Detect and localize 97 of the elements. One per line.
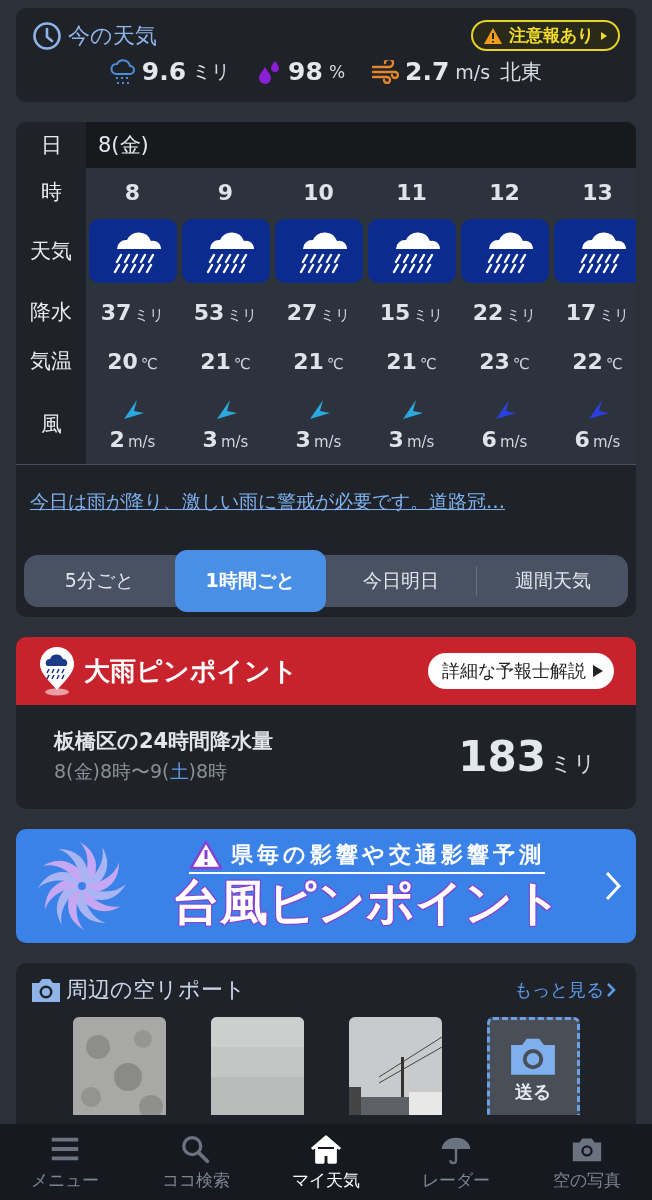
temperature-value: 21 (293, 348, 324, 374)
view-tab[interactable]: 5分ごと (24, 555, 175, 607)
see-more-link[interactable]: もっと見る (508, 977, 622, 1003)
unit-label: ℃ (512, 354, 530, 373)
rain-pin-icon (38, 646, 76, 696)
forecaster-commentary-button[interactable]: 詳細な予報士解説 (428, 653, 614, 689)
heavy-rain-icon (88, 219, 177, 283)
precipitation-value: 15 (379, 299, 411, 325)
humidity-value: 98 (288, 57, 323, 86)
wind-speed-value: 6 (574, 426, 590, 452)
view-tab[interactable]: 1時間ごと (174, 550, 326, 612)
unit-label: m/s (455, 60, 491, 83)
unit-label: m/s (499, 432, 528, 451)
unit-label: ミリ (413, 305, 444, 325)
unit-label: ℃ (140, 354, 158, 373)
banner-subtitle: 県毎の影響や交通影響予測 (231, 841, 545, 870)
temperature-value: 23 (479, 348, 510, 374)
row-label: 日 (39, 132, 63, 159)
unit-label: m/s (220, 432, 249, 451)
unit-label: ミリ (599, 305, 630, 325)
precipitation-value: 22 (472, 299, 504, 325)
chevron-right-icon[interactable] (604, 870, 622, 902)
unit-label: ℃ (233, 354, 251, 373)
unit-label: ミリ (227, 305, 258, 325)
unit-label: ミリ (550, 749, 596, 778)
section-title: 今の天気 (68, 21, 157, 50)
nav-tab[interactable]: メニュー (0, 1124, 131, 1200)
nav-tab[interactable]: ココ検索 (130, 1124, 261, 1200)
precipitation-value: 27 (286, 299, 318, 325)
clock-icon (32, 20, 62, 51)
rain-cloud-icon (109, 57, 136, 86)
advisory-button[interactable]: 注意報あり (471, 20, 620, 51)
heavy-rain-icon (274, 219, 363, 283)
temperature-value: 22 (572, 348, 603, 374)
precipitation-value: 9.6 (141, 57, 187, 86)
wind-icon (371, 59, 400, 84)
chevron-right-icon (606, 982, 616, 998)
unit-label: ミリ (134, 305, 165, 325)
heavy-rain-icon (460, 219, 549, 283)
unit-label: m/s (313, 432, 342, 451)
heavy-rain-icon (553, 219, 636, 283)
unit-label: ℃ (419, 354, 437, 373)
heavy-rain-icon (367, 219, 456, 283)
unit-label: m/s (406, 432, 435, 451)
wind-speed-value: 2.7 (405, 57, 450, 86)
camera-icon (30, 976, 62, 1004)
view-tab[interactable]: 週間天気 (477, 555, 628, 607)
nav-tab[interactable]: マイ天気 (260, 1124, 392, 1200)
rainfall-amount: 183 (458, 731, 546, 781)
wind-speed-value: 3 (202, 426, 218, 452)
temperature-value: 20 (107, 348, 138, 374)
precipitation-value: 53 (193, 299, 225, 325)
precipitation-value: 37 (100, 299, 132, 325)
unit-label: m/s (127, 432, 156, 451)
rainfall-heading: 板橋区の24時間降水量 (54, 728, 274, 755)
wind-speed-value: 3 (295, 426, 311, 452)
wind-speed-value: 6 (481, 426, 497, 452)
unit-label: ℃ (605, 354, 623, 373)
unit-label: % (328, 61, 346, 82)
forecast-summary-link[interactable]: 今日は雨が降り、激しい雨に警戒が必要です。道路冠… (30, 490, 505, 512)
section-title: 周辺の空リポート (66, 976, 246, 1004)
nav-tab[interactable]: レーダー (391, 1124, 522, 1200)
hour-cell: 8 (124, 179, 141, 205)
nav-tab[interactable]: 空の写真 (521, 1124, 652, 1200)
hour-cell: 12 (489, 179, 520, 205)
unit-label: ミリ (506, 305, 537, 325)
hour-cell: 13 (582, 179, 613, 205)
unit-label: ℃ (326, 354, 344, 373)
row-label: 気温 (29, 348, 73, 375)
send-photo-button[interactable]: 送る (486, 1017, 580, 1115)
date-cell: 8(金) (86, 122, 636, 168)
wind-speed-value: 3 (388, 426, 404, 452)
row-label: 降水 (29, 299, 73, 326)
unit-label: ミリ (192, 58, 231, 84)
warning-icon (483, 26, 503, 45)
hour-cell: 11 (396, 179, 427, 205)
unit-label: ミリ (320, 305, 351, 325)
precipitation-value: 17 (565, 299, 597, 325)
row-label: 風 (39, 411, 63, 438)
wind-speed-value: 2 (109, 426, 125, 452)
caret-icon (600, 30, 608, 41)
play-icon (592, 664, 604, 678)
heavy-rain-icon (181, 219, 270, 283)
wind-direction: 北東 (500, 58, 543, 86)
unit-label: m/s (592, 432, 621, 451)
hour-cell: 9 (217, 179, 234, 205)
row-label: 時 (39, 179, 63, 206)
period-text: 8(金)8時〜9(土)8時 (54, 759, 229, 784)
view-tab[interactable]: 今日明日 (325, 555, 477, 607)
temperature-value: 21 (386, 348, 417, 374)
hour-cell: 10 (303, 179, 334, 205)
house-icon (309, 1132, 343, 1165)
section-title: 大雨ピンポイント (84, 654, 299, 688)
banner-title: 台風ピンポイント (172, 874, 562, 932)
temperature-value: 21 (200, 348, 231, 374)
warning-icon (189, 840, 223, 871)
row-label: 天気 (29, 238, 73, 265)
